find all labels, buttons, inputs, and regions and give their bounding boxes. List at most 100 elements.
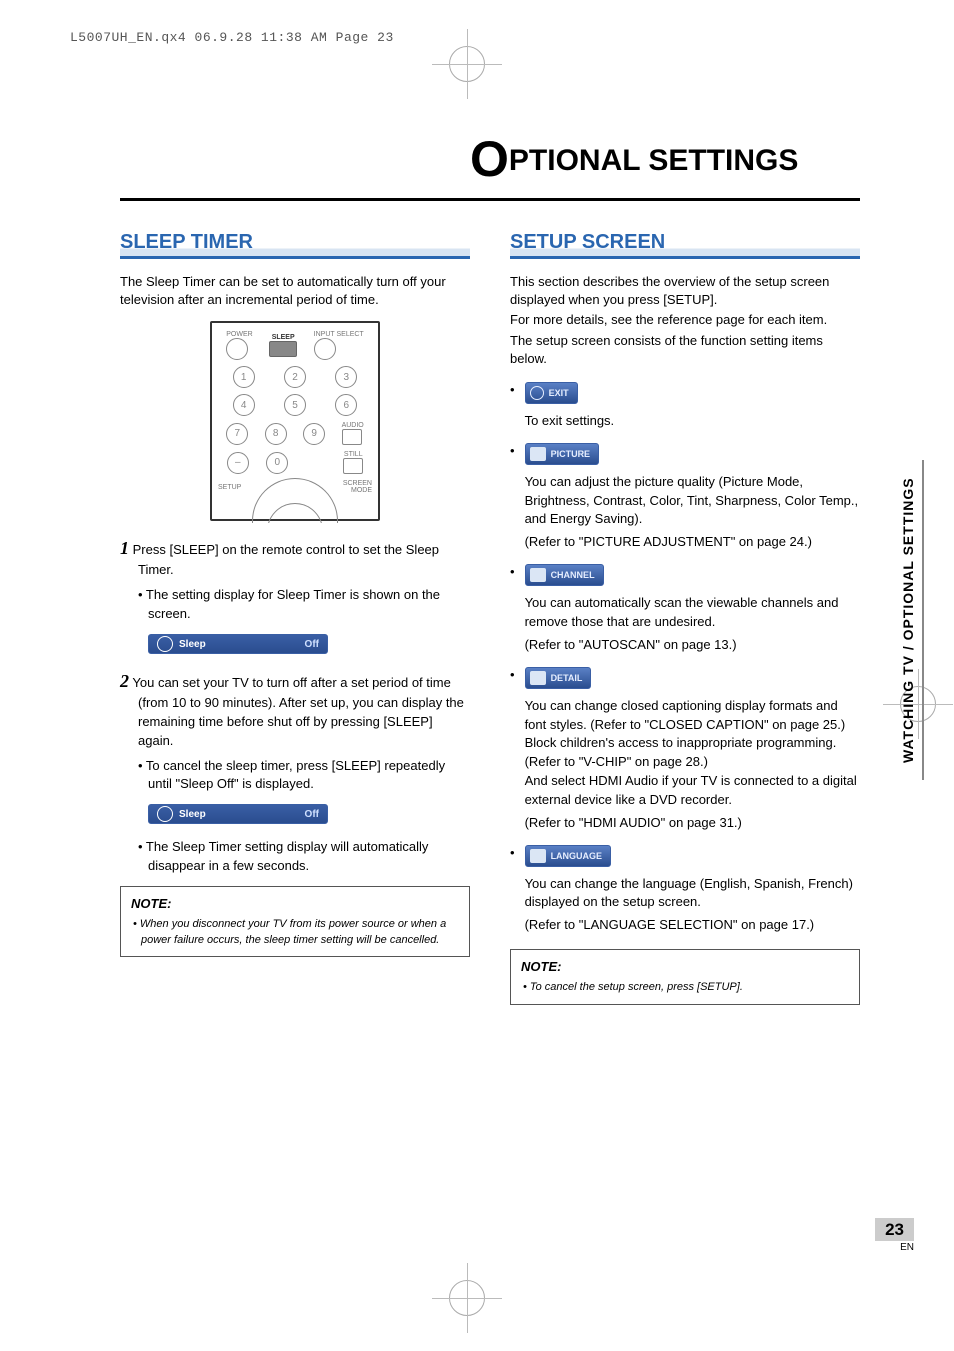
osd-label: Sleep xyxy=(179,809,305,820)
setup-item-ref: (Refer to "PICTURE ADJUSTMENT" on page 2… xyxy=(525,533,860,552)
section-heading-setup-screen: SETUP SCREEN xyxy=(510,231,860,259)
page-title-rest: PTIONAL SETTINGS xyxy=(509,144,798,177)
step-number: 2 xyxy=(120,671,129,691)
menu-pill-picture: PICTURE xyxy=(525,443,600,465)
remote-key: 1 xyxy=(233,366,255,388)
step-number: 1 xyxy=(120,538,129,558)
remote-label-audio: AUDIO xyxy=(342,422,364,429)
menu-pill-label: PICTURE xyxy=(551,449,591,459)
remote-control-illustration: POWER SLEEP INPUT SELECT 1 xyxy=(210,321,380,521)
setup-intro-3: The setup screen consists of the functio… xyxy=(510,332,860,368)
exit-icon xyxy=(530,386,544,400)
step-2-sub1: • To cancel the sleep timer, press [SLEE… xyxy=(120,757,470,795)
osd-value: Off xyxy=(305,809,319,820)
osd-sleep-indicator: Sleep Off xyxy=(148,634,328,654)
setup-item-desc: To exit settings. xyxy=(525,412,860,431)
setup-item-language: • LANGUAGE You can change the language (… xyxy=(510,843,860,936)
remote-key: 9 xyxy=(303,423,325,445)
menu-pill-label: EXIT xyxy=(549,388,569,398)
sleep-button-icon xyxy=(269,341,297,357)
menu-pill-channel: CHANNEL xyxy=(525,564,604,586)
picture-icon xyxy=(530,447,546,461)
menu-pill-language: LANGUAGE xyxy=(525,845,612,867)
page-title-initial: O xyxy=(470,131,509,187)
note-box-sleep: NOTE: • When you disconnect your TV from… xyxy=(120,886,470,957)
remote-key: 0 xyxy=(266,452,288,474)
input-button-icon xyxy=(314,338,336,360)
print-header: L5007UH_EN.qx4 06.9.28 11:38 AM Page 23 xyxy=(70,30,394,45)
page-number-block: 23 EN xyxy=(875,1220,914,1253)
menu-pill-label: DETAIL xyxy=(551,673,583,683)
step-1-sub: • The setting display for Sleep Timer is… xyxy=(120,586,470,624)
page-language: EN xyxy=(875,1242,914,1253)
menu-pill-label: LANGUAGE xyxy=(551,851,603,861)
audio-button-icon xyxy=(342,429,362,445)
sleep-intro: The Sleep Timer can be set to automatica… xyxy=(120,273,470,309)
step-1-text: Press [SLEEP] on the remote control to s… xyxy=(133,542,439,577)
page-number: 23 xyxy=(875,1218,914,1241)
bullet-icon: • xyxy=(510,441,515,461)
setup-item-detail: • DETAIL You can change closed captionin… xyxy=(510,665,860,833)
osd-label: Sleep xyxy=(179,639,305,650)
step-2: 2 You can set your TV to turn off after … xyxy=(120,668,470,751)
power-button-icon xyxy=(226,338,248,360)
setup-item-ref: (Refer to "AUTOSCAN" on page 13.) xyxy=(525,636,860,655)
remote-key: 5 xyxy=(284,394,306,416)
crop-mark-icon xyxy=(449,1280,485,1316)
step-2-sub2: • The Sleep Timer setting display will a… xyxy=(120,838,470,876)
crop-mark-icon xyxy=(449,46,485,82)
note-box-setup: NOTE: • To cancel the setup screen, pres… xyxy=(510,949,860,1005)
section-heading-sleep-timer: SLEEP TIMER xyxy=(120,231,470,259)
remote-label-screen: SCREEN MODE xyxy=(338,480,372,494)
osd-value: Off xyxy=(305,639,319,650)
remote-label-still: STILL xyxy=(343,451,363,458)
detail-icon xyxy=(530,671,546,685)
setup-item-ref: (Refer to "LANGUAGE SELECTION" on page 1… xyxy=(525,916,860,935)
remote-label-power: POWER xyxy=(226,331,252,338)
setup-item-exit: • EXIT To exit settings. xyxy=(510,380,860,431)
menu-pill-label: CHANNEL xyxy=(551,570,595,580)
right-column: SETUP SCREEN This section describes the … xyxy=(510,231,860,1005)
setup-intro-2: For more details, see the reference page… xyxy=(510,311,860,329)
note-title: NOTE: xyxy=(131,895,459,913)
remote-key: 4 xyxy=(233,394,255,416)
setup-item-picture: • PICTURE You can adjust the picture qua… xyxy=(510,441,860,552)
setup-item-desc: You can automatically scan the viewable … xyxy=(525,594,860,632)
setup-item-channel: • CHANNEL You can automatically scan the… xyxy=(510,562,860,655)
clock-icon xyxy=(157,636,173,652)
remote-label-input: INPUT SELECT xyxy=(314,331,364,338)
note-title: NOTE: xyxy=(521,958,849,976)
remote-key: – xyxy=(227,452,249,474)
remote-key: 6 xyxy=(335,394,357,416)
bullet-icon: • xyxy=(510,665,515,685)
remote-key: 2 xyxy=(284,366,306,388)
menu-pill-exit: EXIT xyxy=(525,382,578,404)
step-2-text: You can set your TV to turn off after a … xyxy=(132,675,464,748)
remote-key: 8 xyxy=(265,423,287,445)
still-button-icon xyxy=(343,458,363,474)
channel-icon xyxy=(530,568,546,582)
osd-sleep-indicator: Sleep Off xyxy=(148,804,328,824)
section-tab: WATCHING TV / OPTIONAL SETTINGS xyxy=(900,460,924,780)
bullet-icon: • xyxy=(510,843,515,863)
step-1: 1 Press [SLEEP] on the remote control to… xyxy=(120,535,470,580)
setup-item-desc: You can change the language (English, Sp… xyxy=(525,875,860,913)
setup-item-desc: You can change closed captioning display… xyxy=(525,697,860,810)
left-column: SLEEP TIMER The Sleep Timer can be set t… xyxy=(120,231,470,1005)
title-underline xyxy=(120,198,860,201)
note-item: • When you disconnect your TV from its p… xyxy=(131,917,459,948)
language-icon xyxy=(530,849,546,863)
remote-key: 3 xyxy=(335,366,357,388)
page-title: OPTIONAL SETTINGS xyxy=(470,130,860,188)
bullet-icon: • xyxy=(510,562,515,582)
note-item: • To cancel the setup screen, press [SET… xyxy=(521,980,849,995)
remote-label-sleep: SLEEP xyxy=(269,334,297,341)
bullet-icon: • xyxy=(510,380,515,400)
setup-item-desc: You can adjust the picture quality (Pict… xyxy=(525,473,860,530)
remote-label-setup: SETUP xyxy=(218,484,248,491)
setup-item-ref: (Refer to "HDMI AUDIO" on page 31.) xyxy=(525,814,860,833)
clock-icon xyxy=(157,806,173,822)
remote-key: 7 xyxy=(226,423,248,445)
menu-pill-detail: DETAIL xyxy=(525,667,592,689)
setup-intro-1: This section describes the overview of t… xyxy=(510,273,860,309)
